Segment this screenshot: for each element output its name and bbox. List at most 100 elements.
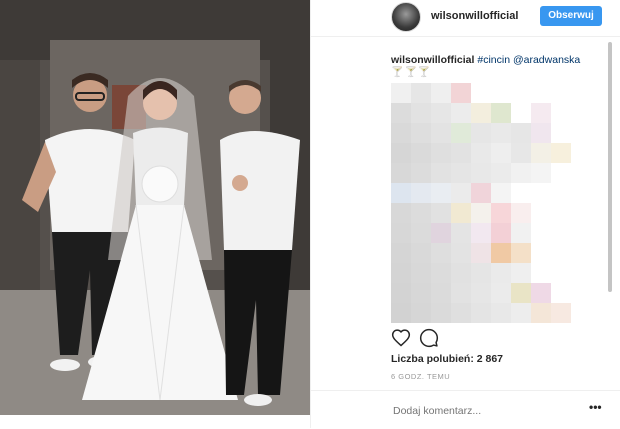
mosaic-cell — [411, 223, 431, 243]
likes-count[interactable]: Liczba polubień: 2 867 — [391, 353, 503, 365]
mosaic-cell — [431, 223, 451, 243]
mosaic-cell — [551, 143, 571, 163]
mosaic-cell — [451, 283, 471, 303]
mosaic-cell — [411, 183, 431, 203]
mosaic-cell — [391, 223, 411, 243]
mosaic-cell — [531, 163, 551, 183]
mosaic-cell — [531, 83, 551, 103]
mosaic-cell — [531, 143, 551, 163]
post-details-panel: wilsonwillofficial Obserwuj wilsonwillof… — [310, 0, 620, 428]
mosaic-cell — [391, 263, 411, 283]
mosaic-cell — [551, 103, 571, 123]
more-icon[interactable]: ••• — [589, 400, 602, 414]
mosaic-cell — [511, 263, 531, 283]
mosaic-cell — [551, 243, 571, 263]
mosaic-cell — [451, 223, 471, 243]
mosaic-cell — [451, 203, 471, 223]
mosaic-cell — [531, 223, 551, 243]
mosaic-cell — [411, 123, 431, 143]
mosaic-cell — [391, 163, 411, 183]
mosaic-cell — [431, 103, 451, 123]
mosaic-cell — [431, 183, 451, 203]
mosaic-cell — [451, 183, 471, 203]
mosaic-cell — [411, 143, 431, 163]
mosaic-cell — [391, 303, 411, 323]
post-caption: wilsonwillofficial #cincin @aradwanska — [391, 53, 611, 67]
mosaic-cell — [451, 123, 471, 143]
mosaic-cell — [391, 183, 411, 203]
mosaic-cell — [471, 83, 491, 103]
mosaic-cell — [451, 83, 471, 103]
mosaic-cell — [571, 183, 591, 203]
pixelated-comments-area — [391, 83, 611, 323]
follow-button[interactable]: Obserwuj — [540, 6, 602, 26]
hashtag-link[interactable]: #cincin — [477, 54, 510, 66]
mosaic-cell — [511, 243, 531, 263]
mosaic-cell — [511, 223, 531, 243]
comment-icon[interactable] — [419, 328, 439, 348]
mosaic-cell — [491, 183, 511, 203]
mosaic-cell — [551, 163, 571, 183]
mosaic-cell — [431, 243, 451, 263]
mosaic-cell — [451, 103, 471, 123]
mosaic-cell — [411, 163, 431, 183]
mosaic-cell — [411, 263, 431, 283]
mosaic-cell — [391, 283, 411, 303]
mosaic-cell — [471, 123, 491, 143]
mosaic-cell — [511, 143, 531, 163]
mosaic-cell — [511, 123, 531, 143]
mosaic-cell — [571, 103, 591, 123]
mosaic-cell — [531, 203, 551, 223]
mosaic-cell — [411, 243, 431, 263]
mosaic-cell — [411, 283, 431, 303]
mosaic-cell — [471, 163, 491, 183]
heart-icon[interactable] — [391, 328, 411, 348]
post-timestamp[interactable]: 6 GODZ. TEMU — [391, 372, 450, 381]
mosaic-cell — [391, 243, 411, 263]
mosaic-cell — [451, 243, 471, 263]
mosaic-cell — [391, 143, 411, 163]
mosaic-cell — [471, 183, 491, 203]
mosaic-cell — [451, 143, 471, 163]
mosaic-cell — [391, 83, 411, 103]
comment-input[interactable] — [391, 401, 575, 421]
mosaic-cell — [531, 183, 551, 203]
mosaic-cell — [571, 123, 591, 143]
mosaic-cell — [511, 283, 531, 303]
mosaic-cell — [551, 123, 571, 143]
mosaic-cell — [551, 183, 571, 203]
mosaic-cell — [571, 243, 591, 263]
mosaic-cell — [491, 103, 511, 123]
caption-username[interactable]: wilsonwillofficial — [391, 54, 474, 66]
mosaic-cell — [571, 263, 591, 283]
mosaic-cell — [391, 103, 411, 123]
mosaic-cell — [551, 83, 571, 103]
mosaic-cell — [411, 83, 431, 103]
mosaic-cell — [571, 83, 591, 103]
mosaic-cell — [491, 223, 511, 243]
mosaic-cell — [451, 163, 471, 183]
mosaic-cell — [511, 203, 531, 223]
mosaic-cell — [491, 263, 511, 283]
mosaic-cell — [531, 103, 551, 123]
username-link[interactable]: wilsonwillofficial — [431, 10, 518, 22]
mosaic-cell — [491, 123, 511, 143]
avatar[interactable] — [391, 2, 421, 32]
mosaic-cell — [511, 303, 531, 323]
mosaic-cell — [491, 243, 511, 263]
mosaic-cell — [431, 83, 451, 103]
mosaic-cell — [491, 143, 511, 163]
mosaic-cell — [391, 203, 411, 223]
mosaic-cell — [471, 223, 491, 243]
mosaic-cell — [431, 123, 451, 143]
mosaic-cell — [531, 123, 551, 143]
mosaic-cell — [471, 283, 491, 303]
mosaic-cell — [471, 103, 491, 123]
mosaic-cell — [411, 103, 431, 123]
post-actions — [311, 326, 620, 352]
mention-link[interactable]: @aradwanska — [513, 54, 580, 66]
caption-emoji: 🍸🍸🍸 — [391, 67, 432, 78]
mosaic-cell — [431, 303, 451, 323]
mosaic-cell — [531, 283, 551, 303]
post-photo[interactable] — [0, 0, 310, 415]
